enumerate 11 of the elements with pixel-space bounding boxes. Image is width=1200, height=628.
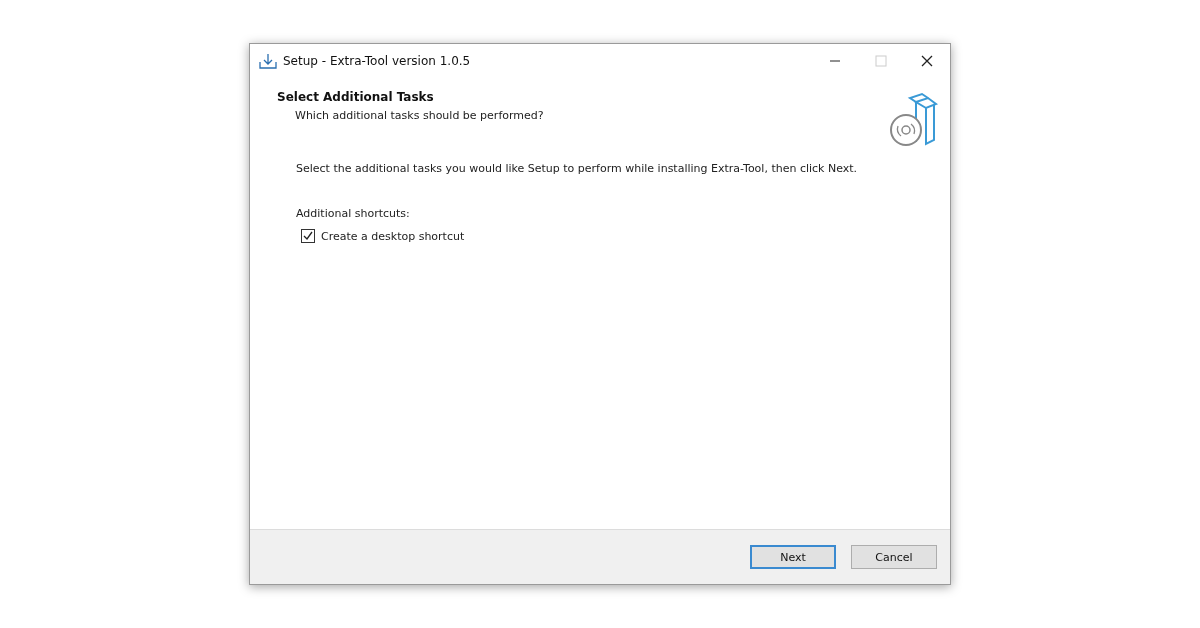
group-label: Additional shortcuts: <box>296 207 411 220</box>
window-title: Setup - Extra-Tool version 1.0.5 <box>283 54 472 68</box>
installer-icon <box>259 52 277 70</box>
instructions-text: Select the additional tasks you would like Setup to perform while installing Extra-Tool, then click Next. <box>296 162 859 175</box>
page-title: Select Additional Tasks <box>277 90 435 104</box>
next-button[interactable]: Next <box>750 545 836 569</box>
cancel-button[interactable]: Cancel <box>851 545 937 569</box>
checkbox[interactable] <box>301 229 315 243</box>
close-icon[interactable] <box>921 55 933 67</box>
task-checkbox[interactable]: Create a desktop shortcut <box>301 229 950 243</box>
page-subtitle: Which additional tasks should be performed? <box>294 109 545 122</box>
